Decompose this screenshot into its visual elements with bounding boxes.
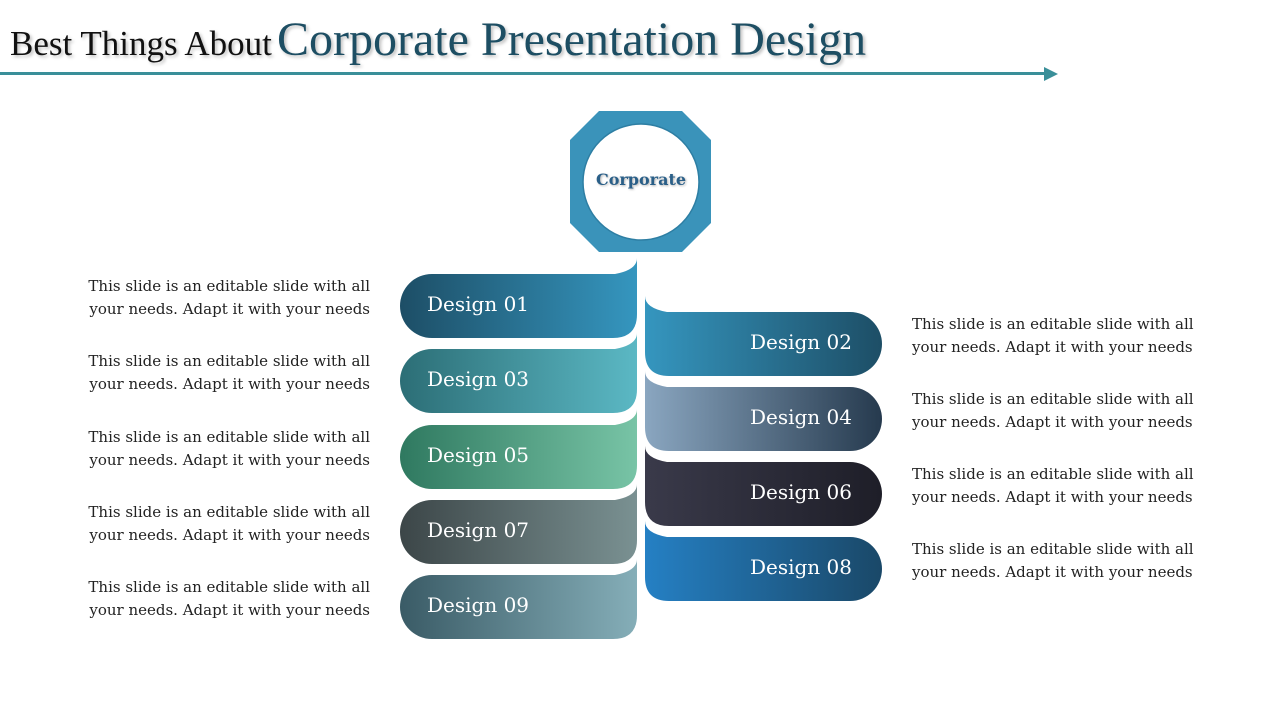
description-line: This slide is an editable slide with all [912,390,1194,408]
description-line: your needs. Adapt it with your needs [89,300,370,318]
tab-label: Design 06 [749,480,852,504]
description-text: This slide is an editable slide with all… [912,388,1222,434]
description-line: This slide is an editable slide with all [88,503,370,521]
description-text: This slide is an editable slide with all… [912,313,1222,359]
description-line: This slide is an editable slide with all [88,428,370,446]
tab-label: Design 03 [427,367,530,391]
hub-label: Corporate [595,170,687,189]
description-line: your needs. Adapt it with your needs [89,451,370,469]
description-line: your needs. Adapt it with your needs [89,601,370,619]
description-text: This slide is an editable slide with all… [912,538,1222,584]
description-text: This slide is an editable slide with all… [60,350,370,396]
tab-label: Design 07 [427,518,530,542]
description-line: This slide is an editable slide with all [912,540,1194,558]
description-text: This slide is an editable slide with all… [60,426,370,472]
description-line: your needs. Adapt it with your needs [89,375,370,393]
description-text: This slide is an editable slide with all… [60,576,370,622]
tab-label: Design 02 [749,330,852,354]
tab-label: Design 01 [427,292,530,316]
description-line: This slide is an editable slide with all [88,352,370,370]
description-text: This slide is an editable slide with all… [912,463,1222,509]
description-line: your needs. Adapt it with your needs [912,563,1193,581]
description-line: your needs. Adapt it with your needs [89,526,370,544]
description-line: This slide is an editable slide with all [912,315,1194,333]
description-line: This slide is an editable slide with all [88,277,370,295]
tab-label: Design 05 [427,443,530,467]
description-line: your needs. Adapt it with your needs [912,338,1193,356]
tab-label: Design 08 [749,555,852,579]
description-line: This slide is an editable slide with all [912,465,1194,483]
description-text: This slide is an editable slide with all… [60,501,370,547]
description-line: This slide is an editable slide with all [88,578,370,596]
description-line: your needs. Adapt it with your needs [912,488,1193,506]
description-line: your needs. Adapt it with your needs [912,413,1193,431]
description-text: This slide is an editable slide with all… [60,275,370,321]
tab-label: Design 09 [427,593,530,617]
tab-label: Design 04 [749,405,852,429]
